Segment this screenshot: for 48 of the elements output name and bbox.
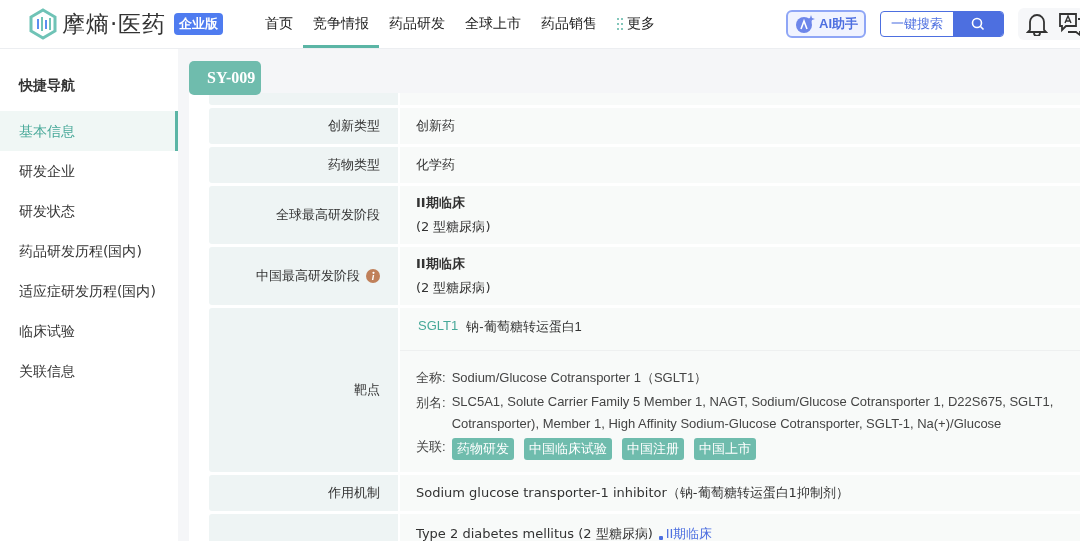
chat-translate-icon[interactable] [1058,12,1080,36]
edition-badge: 企业版 [174,13,224,35]
field-value: 化学药 [416,156,456,174]
target-name: 钠-葡萄糖转运蛋白1 [466,318,582,336]
stage-text: II期临床 [416,255,466,273]
search-icon [971,17,985,31]
field-label: 作用机制 [328,484,380,502]
info-icon[interactable] [366,269,380,283]
quick-search-button[interactable]: 一键搜索 [880,11,1004,37]
ai-assistant-button[interactable]: AI助手 [786,10,866,38]
grid-dots-icon [617,17,624,31]
alias-text: Cotransporter), Member 1, High Affinity Sodium-Glucose Cotransporter, SGLT-1, Na(+)/Glucose [451,416,1003,431]
sidebar-item[interactable]: 研发状态 [0,191,178,231]
field-label: 药物类型 [328,156,380,174]
sidebar-item[interactable]: 关联信息 [0,351,178,391]
ai-logo-icon [794,14,816,34]
logo-text: 摩熵·医药 [62,9,167,39]
related-label: 关联: [416,438,446,456]
nav-tab[interactable]: 全球上市 [455,0,532,48]
field-label: 创新类型 [328,117,380,135]
nav-tab[interactable]: 首页 [255,0,304,48]
alias-label: 别名: [416,394,446,412]
nav-tab[interactable]: 药品研发 [379,0,456,48]
stage-text: II期临床 [416,194,466,212]
nav-tab[interactable]: 竞争情报 [303,0,380,48]
field-value: Sodium glucose transporter-1 inhibitor（钠-葡萄糖转运蛋白1抑制剂） [416,484,850,502]
sidebar-item[interactable]: 研发企业 [0,151,178,191]
field-value: 创新药 [416,117,456,135]
field-label: 全球最高研发阶段 [276,206,380,224]
nav-tab[interactable]: 药品销售 [531,0,608,48]
sidebar-item[interactable]: 药品研发历程(国内) [0,231,178,271]
field-label: 中国最高研发阶段 [256,267,360,285]
indication-text: Type 2 diabetes mellitus (2 型糖尿病) [416,525,653,541]
drug-code-badge: SY-009 [189,61,262,95]
full-name-label: 全称: [416,369,446,387]
field-label: 靶点 [354,381,380,399]
stage-note: (2 型糖尿病) [416,279,492,297]
nav-tab[interactable]: 更多 [607,0,666,48]
stage-link[interactable]: II期临床 [658,525,713,541]
bell-icon[interactable] [1026,12,1048,36]
sidebar-item[interactable]: 临床试验 [0,311,178,351]
full-name-text: Sodium/Glucose Cotransporter 1（SGLT1） [451,369,708,387]
alias-text: SLC5A1, Solute Carrier Family 5 Member 1, NAGT, Sodium/Glucose Cotransporter 1, D22S675, SGLT1, [451,394,1054,409]
target-symbol: SGLT1 [418,318,459,335]
logo-icon [28,8,58,40]
sidebar-item[interactable]: 适应症研发历程(国内) [0,271,178,311]
stage-note: (2 型糖尿病) [416,218,492,236]
sidebar-title: 快捷导航 [17,76,76,95]
